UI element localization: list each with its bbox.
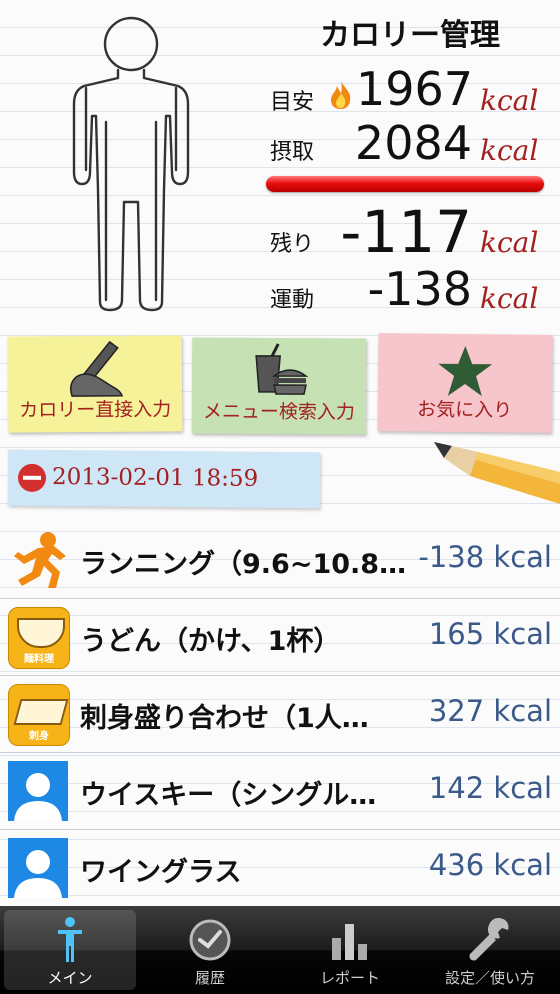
- remove-icon[interactable]: [17, 463, 47, 492]
- entry-kcal: -138 kcal: [418, 540, 552, 574]
- list-item[interactable]: ウイスキー（シングル… 142 kcal: [0, 753, 560, 830]
- direct-input-button[interactable]: カロリー直接入力: [7, 335, 183, 433]
- body-figure-icon: [72, 16, 190, 312]
- calorie-progress-bar: [266, 176, 544, 192]
- remaining-value: -117: [340, 198, 472, 266]
- remaining-label: 残り: [270, 232, 315, 257]
- hand-writing-icon: [70, 340, 124, 397]
- burger-drink-icon: [255, 343, 309, 395]
- intake-value: 2084: [354, 116, 472, 170]
- page-title: カロリー管理: [320, 18, 500, 53]
- exercise-label: 運動: [270, 288, 315, 313]
- entry-name: ランニング（9.6~10.8…: [80, 549, 407, 580]
- wrench-icon: [469, 918, 509, 961]
- favorites-label: お気に入り: [417, 398, 513, 422]
- tab-report-label: レポート: [319, 969, 380, 987]
- entry-name: ウイスキー（シングル…: [80, 780, 377, 811]
- tab-settings[interactable]: 設定／使い方: [420, 906, 560, 994]
- user-silhouette-icon: [8, 761, 68, 821]
- tab-history-label: 履歴: [194, 969, 225, 987]
- direct-input-label: カロリー直接入力: [19, 398, 172, 422]
- date-time-text: 2013-02-01 18:59: [51, 464, 259, 492]
- user-silhouette-icon: [8, 838, 68, 898]
- sashimi-icon-text: 刺身: [29, 731, 49, 742]
- date-time-note[interactable]: 2013-02-01 18:59: [7, 449, 321, 509]
- flame-icon: [331, 81, 351, 109]
- tab-main-label: メイン: [47, 969, 93, 987]
- entry-kcal: 142 kcal: [428, 771, 552, 805]
- menu-search-label: メニュー検索入力: [202, 400, 355, 424]
- entry-name: うどん（かけ、1杯）: [80, 626, 341, 657]
- tab-history[interactable]: 履歴: [140, 906, 280, 994]
- menu-search-button[interactable]: メニュー検索入力: [191, 337, 367, 435]
- favorites-button[interactable]: お気に入り: [377, 333, 553, 433]
- noodle-icon-text: 麺料理: [24, 654, 54, 665]
- list-item[interactable]: ランニング（9.6~10.8… -138 kcal: [0, 522, 560, 599]
- intake-label: 摂取: [270, 140, 315, 165]
- noodle-dish-icon: 麺料理: [8, 607, 70, 669]
- exercise-value: -138: [367, 262, 472, 316]
- tab-report[interactable]: レポート: [280, 906, 420, 994]
- entry-kcal: 327 kcal: [428, 694, 552, 728]
- list-item[interactable]: 麺料理 うどん（かけ、1杯） 165 kcal: [0, 599, 560, 676]
- list-item[interactable]: ワイングラス 436 kcal: [0, 830, 560, 907]
- tab-settings-label: 設定／使い方: [444, 969, 535, 987]
- running-icon: [14, 532, 66, 588]
- entry-kcal: 436 kcal: [428, 848, 552, 882]
- target-unit: kcal: [480, 84, 539, 117]
- clock-icon: [189, 919, 231, 961]
- exercise-unit: kcal: [480, 282, 539, 315]
- sashimi-icon: 刺身: [8, 684, 70, 746]
- pencil-icon: [434, 442, 560, 504]
- target-label: 目安: [270, 90, 315, 115]
- star-icon: [438, 346, 493, 397]
- list-item[interactable]: 刺身 刺身盛り合わせ（1人… 327 kcal: [0, 676, 560, 753]
- person-icon: [58, 917, 82, 962]
- remaining-unit: kcal: [480, 226, 539, 259]
- target-value: 1967: [356, 62, 474, 116]
- tab-bar: メイン 履歴 レポート 設定／使い方: [0, 906, 560, 994]
- entry-kcal: 165 kcal: [428, 617, 552, 651]
- bar-chart-icon: [332, 924, 367, 960]
- tab-main[interactable]: メイン: [4, 910, 136, 990]
- entry-name: ワイングラス: [80, 857, 242, 888]
- entry-name: 刺身盛り合わせ（1人…: [80, 703, 369, 734]
- intake-unit: kcal: [480, 134, 539, 167]
